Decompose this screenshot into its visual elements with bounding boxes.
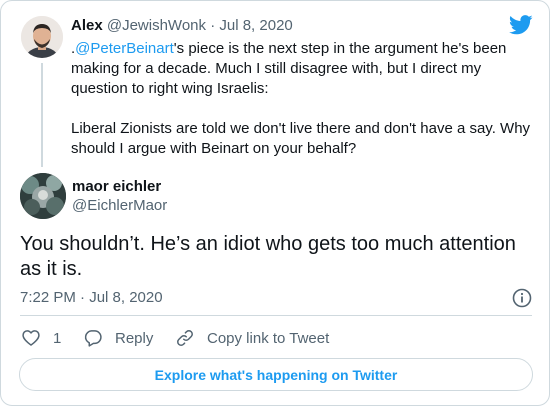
tweet-timestamp[interactable]: 7:22 PM · Jul 8, 2020 [20, 289, 163, 307]
author-handle[interactable]: @EichlerMaor [72, 197, 167, 215]
copy-link-label: Copy link to Tweet [207, 329, 330, 347]
parent-tweet-header: Alex @JewishWonk · Jul 8, 2020 [71, 17, 293, 35]
mention-link[interactable]: @PeterBeinart [75, 40, 174, 57]
divider [20, 315, 532, 316]
parent-author-handle[interactable]: @JewishWonk [107, 17, 206, 34]
twitter-bird-icon[interactable] [509, 15, 533, 35]
heart-icon [22, 330, 40, 346]
link-icon [177, 330, 193, 346]
reply-button[interactable]: Reply [83, 327, 153, 349]
like-button[interactable]: 1 [21, 327, 61, 349]
author-name[interactable]: maor eichler [72, 178, 161, 196]
parent-text-paragraph-2: Liberal Zionists are told we don't live … [71, 120, 531, 157]
reply-label: Reply [115, 329, 154, 347]
avatar-alex[interactable] [21, 16, 63, 58]
parent-tweet-date[interactable]: Jul 8, 2020 [219, 17, 292, 34]
like-count: 1 [53, 329, 62, 347]
parent-separator: · [210, 17, 216, 34]
thread-line [41, 63, 43, 167]
reply-icon [84, 330, 102, 347]
embedded-tweet-card: Alex @JewishWonk · Jul 8, 2020 .@PeterBe… [0, 0, 550, 406]
tweet-text: You shouldn’t. He’s an idiot who gets to… [20, 233, 516, 280]
avatar-maor[interactable] [20, 173, 66, 219]
copy-link-button[interactable]: Copy link to Tweet [175, 327, 329, 349]
explore-twitter-button[interactable]: Explore what's happening on Twitter [19, 358, 533, 391]
parent-text-paragraph-1: .@PeterBeinart's piece is the next step … [71, 39, 531, 99]
info-icon[interactable] [511, 287, 533, 309]
parent-tweet-text: .@PeterBeinart's piece is the next step … [71, 39, 531, 179]
parent-author-name[interactable]: Alex [71, 17, 103, 34]
